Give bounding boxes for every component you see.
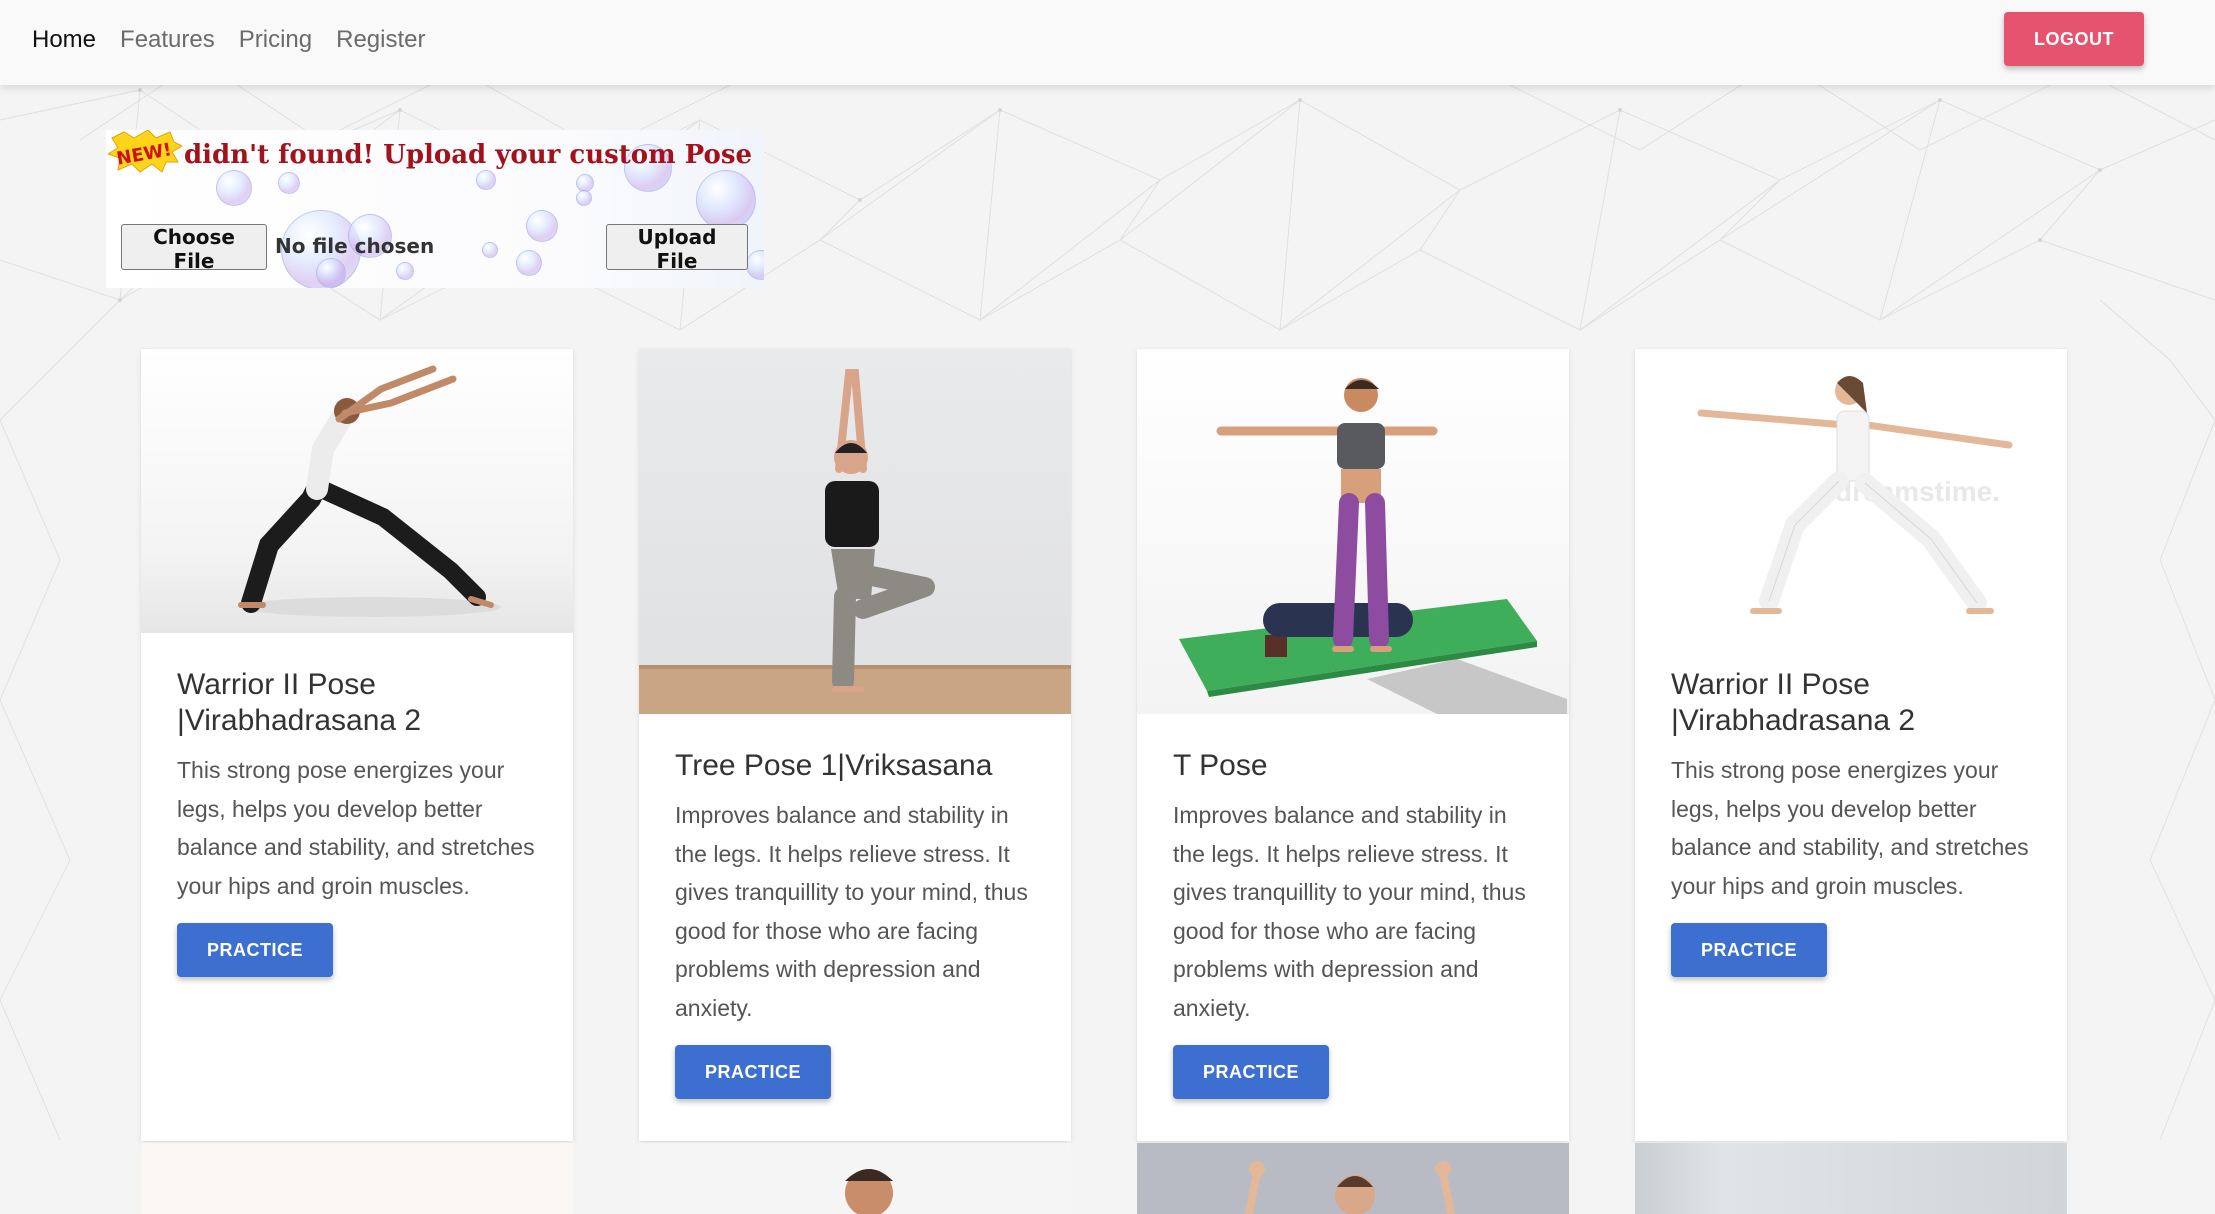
nav-links: Home Features Pricing Register bbox=[32, 26, 449, 54]
warrior-pose-white-figure: dreamstime. bbox=[1697, 376, 2013, 614]
bubble-decoration bbox=[396, 262, 414, 280]
bubble-decoration bbox=[516, 250, 542, 276]
bubble-decoration bbox=[576, 190, 592, 206]
card-title: Warrior II Pose |Virabhadrasana 2 bbox=[1671, 668, 1916, 737]
card-description: Improves balance and stability in the le… bbox=[1173, 802, 1526, 1021]
top-navbar: Home Features Pricing Register LOGOUT bbox=[0, 0, 2215, 85]
warrior-pose-figure bbox=[238, 365, 501, 617]
custom-pose-upload-banner: NEW! didn't found! Upload your custom Po… bbox=[106, 130, 764, 288]
choose-file-button[interactable]: Choose File bbox=[121, 224, 267, 273]
tree-pose-figure bbox=[639, 369, 1071, 714]
page: Home Features Pricing Register LOGOUT NE… bbox=[0, 0, 2215, 1214]
card-description: This strong pose energizes your legs, he… bbox=[1671, 757, 2029, 899]
card-title: Warrior II Pose |Virabhadrasana 2 bbox=[177, 668, 422, 737]
pose-card-partial bbox=[639, 1143, 1071, 1214]
file-status-text: No file chosen bbox=[275, 234, 435, 258]
tree-pose-image bbox=[639, 349, 1071, 714]
warrior-pose-white-image: dreamstime. bbox=[1635, 349, 2067, 633]
bubble-decoration bbox=[476, 170, 496, 190]
nav-register-link[interactable]: Register bbox=[336, 26, 425, 54]
practice-button[interactable]: PRACTICE bbox=[177, 923, 333, 977]
card-description: Improves balance and stability in the le… bbox=[675, 802, 1028, 1021]
nav-pricing-link[interactable]: Pricing bbox=[239, 26, 312, 54]
bubble-decoration bbox=[278, 172, 300, 194]
bubble-decoration bbox=[316, 258, 346, 288]
upload-title: didn't found! Upload your custom Pose bbox=[184, 140, 753, 170]
logout-button[interactable]: LOGOUT bbox=[2004, 12, 2144, 66]
card-title: T Pose bbox=[1173, 749, 1268, 782]
pose-card-warrior-ii: Warrior II Pose |Virabhadrasana 2 This s… bbox=[141, 349, 573, 1141]
practice-button[interactable]: PRACTICE bbox=[675, 1045, 831, 1099]
nav-features-link[interactable]: Features bbox=[120, 26, 215, 54]
pose-card-t-pose: T Pose Improves balance and stability in… bbox=[1137, 349, 1569, 1141]
warrior-pose-image bbox=[141, 349, 573, 633]
bubble-decoration bbox=[526, 210, 558, 242]
t-pose-figure bbox=[1179, 378, 1567, 714]
card-description: This strong pose energizes your legs, he… bbox=[177, 757, 535, 899]
bubble-decoration bbox=[696, 170, 756, 230]
pose-card-partial bbox=[1635, 1143, 2067, 1214]
pose-card-tree: Tree Pose 1|Vriksasana Improves balance … bbox=[639, 349, 1071, 1141]
pose-card-warrior-ii-alt: dreamstime. Warrior II Pose |Virabhadras… bbox=[1635, 349, 2067, 1141]
practice-button[interactable]: PRACTICE bbox=[1173, 1045, 1329, 1099]
pose-card-partial bbox=[1137, 1143, 1569, 1214]
new-badge-icon: NEW! bbox=[108, 130, 182, 173]
pose-card-partial bbox=[141, 1143, 573, 1214]
bubble-decoration bbox=[746, 250, 764, 280]
nav-home-link[interactable]: Home bbox=[32, 26, 96, 54]
pose-preview-figure bbox=[1244, 1161, 1456, 1214]
t-pose-image bbox=[1137, 349, 1569, 714]
practice-button[interactable]: PRACTICE bbox=[1671, 923, 1827, 977]
card-title: Tree Pose 1|Vriksasana bbox=[675, 749, 993, 782]
bubble-decoration bbox=[216, 170, 252, 206]
pose-preview-figure bbox=[845, 1169, 893, 1214]
bubble-decoration bbox=[482, 242, 498, 258]
upload-file-button[interactable]: Upload File bbox=[606, 224, 748, 273]
